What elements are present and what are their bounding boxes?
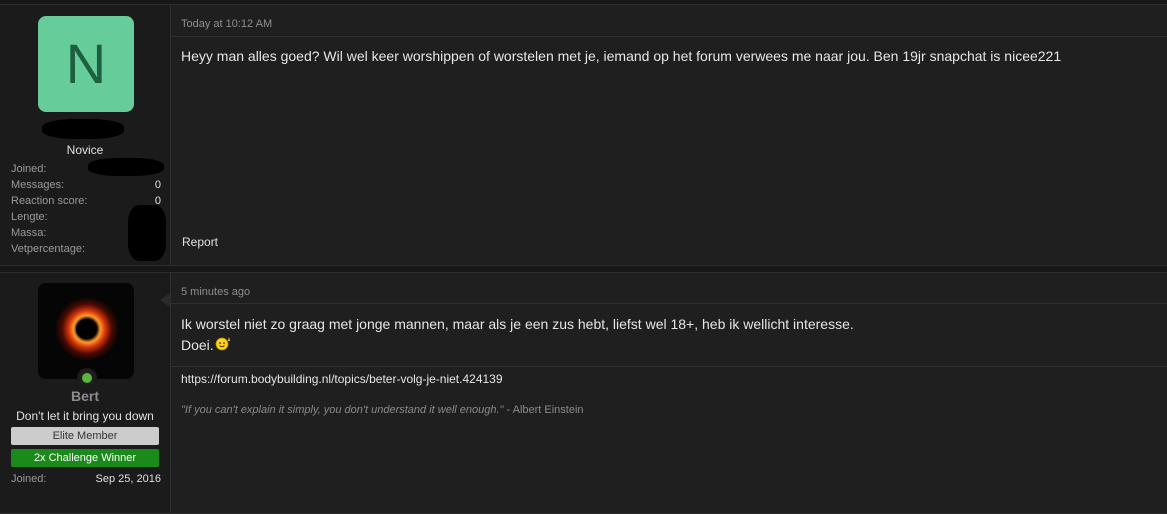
post-body: Heyy man alles goed? Wil wel keer worshi… (181, 48, 1062, 64)
message-content: Today at 10:12 AM Heyy man alles goed? W… (171, 5, 1167, 265)
signature-quote: "If you can't explain it simply, you don… (181, 404, 584, 416)
user-stats: Joined: Messages: 0 Reaction score: 0 Leng… (11, 161, 161, 257)
header-divider (171, 303, 1167, 304)
post-2: Bert Don't let it bring you down Elite M… (0, 272, 1167, 514)
stat-lengte: Lengte: (11, 211, 48, 223)
stat-massa: Massa: (11, 227, 47, 239)
post-body-line: Doei. (181, 335, 854, 357)
stat-vetpercentage: Vetpercentage: (11, 243, 86, 255)
badge-elite-member: Elite Member (11, 427, 159, 445)
post-body: Ik worstel niet zo graag met jonge manne… (181, 314, 854, 357)
avatar[interactable] (38, 283, 134, 379)
user-info-panel: N Novice Joined: Messages: 0 Reaction sco… (0, 5, 171, 265)
online-indicator-icon (77, 368, 97, 388)
username[interactable]: Bert (0, 388, 170, 404)
post-body-line: Ik worstel niet zo graag met jonge manne… (181, 316, 854, 332)
stat-joined: Joined: (11, 163, 47, 175)
post-1: N Novice Joined: Messages: 0 Reaction sco… (0, 4, 1167, 266)
user-title: Novice (66, 143, 104, 157)
post-timestamp[interactable]: 5 minutes ago (181, 286, 250, 298)
header-divider (171, 36, 1167, 37)
message-content: 5 minutes ago Ik worstel niet zo graag m… (171, 273, 1167, 513)
avatar[interactable]: N (38, 16, 134, 112)
black-hole-image (38, 283, 134, 379)
smiley-wave-icon (215, 335, 233, 357)
signature-divider (171, 366, 1167, 367)
badge-challenge-winner: 2x Challenge Winner (11, 449, 159, 467)
redacted-username (42, 119, 124, 139)
user-title: Don't let it bring you down (16, 409, 154, 423)
stat-joined: Joined: Sep 25, 2016 (11, 473, 161, 485)
post-timestamp[interactable]: Today at 10:12 AM (181, 18, 272, 30)
message-arrow (160, 293, 170, 307)
report-link[interactable]: Report (182, 235, 218, 249)
user-info-panel: Bert Don't let it bring you down Elite M… (0, 273, 171, 513)
stat-messages: Messages: 0 (11, 179, 161, 191)
signature-link[interactable]: https://forum.bodybuilding.nl/topics/bet… (181, 372, 503, 386)
stat-reaction-score: Reaction score: 0 (11, 195, 161, 207)
user-stats: Joined: Sep 25, 2016 (11, 471, 161, 487)
